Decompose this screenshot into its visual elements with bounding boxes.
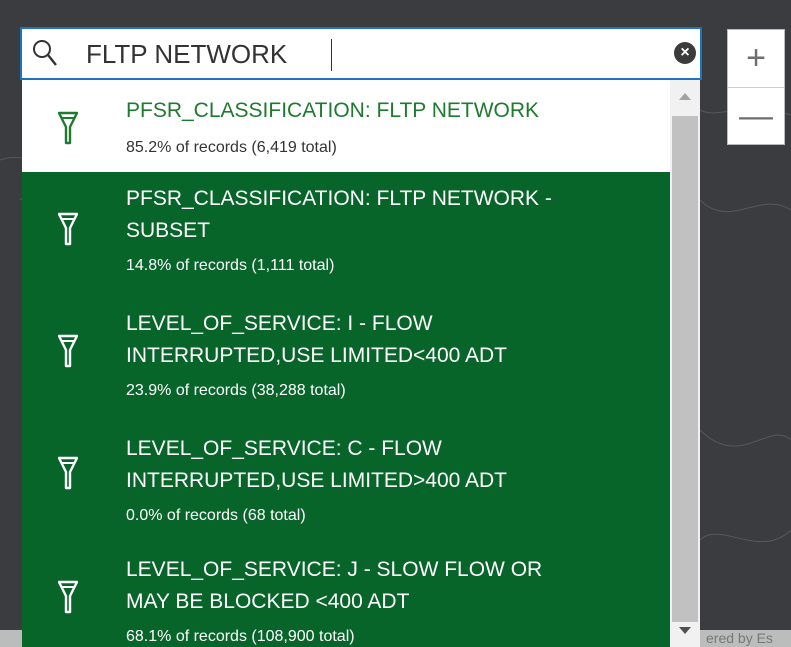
suggestions-list: PFSR_CLASSIFICATION: FLTP NETWORK 85.2% … [22,80,670,647]
suggestions-dropdown: PFSR_CLASSIFICATION: FLTP NETWORK 85.2% … [22,80,700,647]
filter-icon [58,212,78,246]
zoom-out-button[interactable]: — [728,87,784,145]
search-box: × [20,27,702,80]
suggestion-subtitle: 85.2% of records (6,419 total) [126,139,337,156]
scroll-up-arrow-icon[interactable] [679,93,691,100]
search-icon [33,40,57,66]
suggestion-item[interactable]: LEVEL_OF_SERVICE: I - FLOW INTERRUPTED,U… [22,294,670,416]
suggestion-title: PFSR_CLASSIFICATION: FLTP NETWORK - SUBS… [126,187,552,242]
filter-icon [58,456,78,490]
filter-icon [58,334,78,368]
suggestion-title: LEVEL_OF_SERVICE: J - SLOW FLOW OR MAY B… [126,558,543,613]
search-input[interactable] [86,35,666,73]
suggestion-item[interactable]: PFSR_CLASSIFICATION: FLTP NETWORK 85.2% … [22,80,670,172]
scrollbar-thumb[interactable] [672,116,698,622]
suggestion-item[interactable]: PFSR_CLASSIFICATION: FLTP NETWORK - SUBS… [22,172,670,294]
attribution-text: ered by Es [706,630,773,646]
suggestion-subtitle: 23.9% of records (38,288 total) [126,382,346,399]
text-cursor [331,39,332,71]
suggestion-subtitle: 68.1% of records (108,900 total) [126,628,355,645]
zoom-in-button[interactable]: + [728,30,784,87]
filter-icon [58,580,78,614]
suggestion-subtitle: 14.8% of records (1,111 total) [126,257,335,274]
suggestion-item[interactable]: LEVEL_OF_SERVICE: C - FLOW INTERRUPTED,U… [22,416,670,538]
close-icon: × [680,44,690,61]
suggestions-scrollbar[interactable] [670,80,700,647]
zoom-control: + — [727,29,785,145]
suggestion-title: LEVEL_OF_SERVICE: I - FLOW INTERRUPTED,U… [126,312,508,367]
suggestion-item[interactable]: LEVEL_OF_SERVICE: J - SLOW FLOW OR MAY B… [22,538,670,647]
suggestion-subtitle: 0.0% of records (68 total) [126,507,306,524]
suggestion-title: LEVEL_OF_SERVICE: C - FLOW INTERRUPTED,U… [126,437,508,492]
suggestion-title: PFSR_CLASSIFICATION: FLTP NETWORK [126,99,540,122]
filter-icon [58,111,78,145]
clear-search-button[interactable]: × [674,42,696,64]
scroll-down-arrow-icon[interactable] [679,627,691,634]
